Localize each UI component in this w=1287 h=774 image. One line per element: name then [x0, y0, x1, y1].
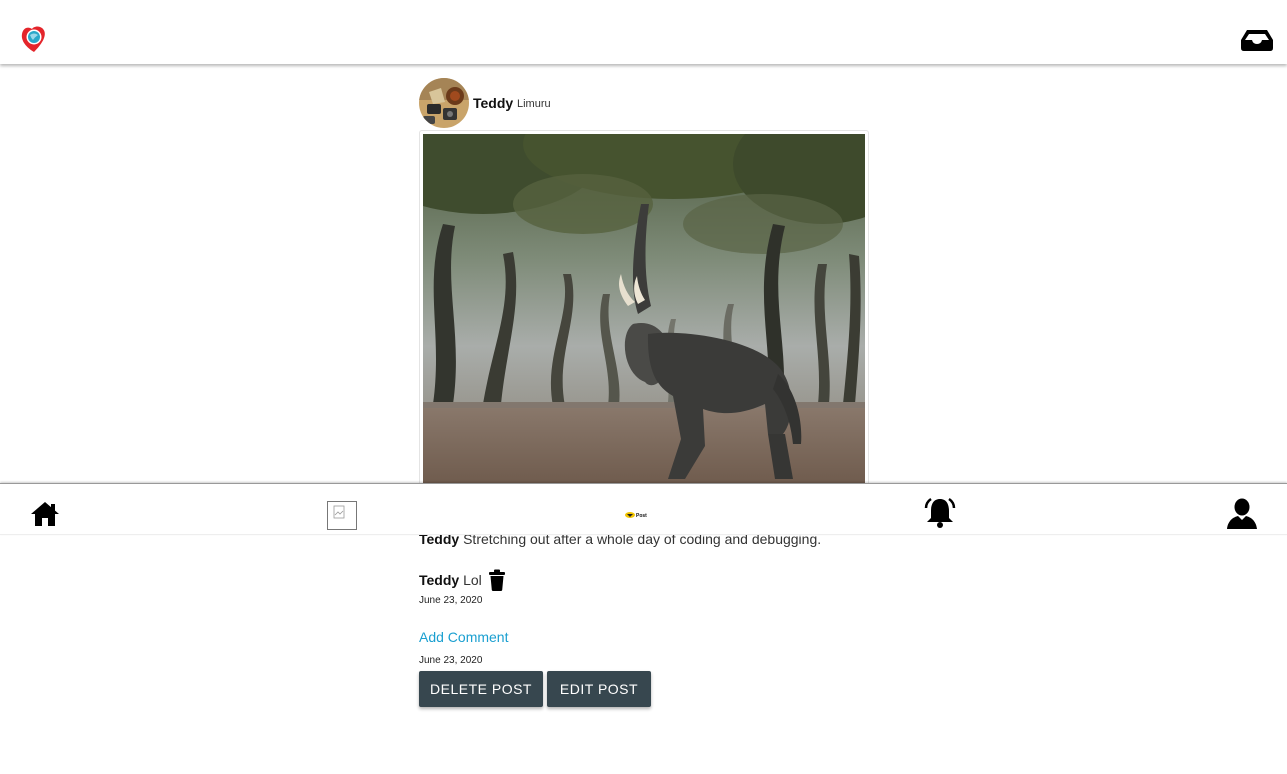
- comment-username[interactable]: Teddy: [419, 572, 459, 588]
- delete-post-button[interactable]: DELETE POST: [419, 671, 543, 707]
- profile-icon: [1227, 498, 1257, 529]
- comment-text: Lol: [463, 572, 482, 588]
- add-comment-link[interactable]: Add Comment: [419, 629, 508, 645]
- post-username[interactable]: Teddy: [473, 95, 513, 111]
- nav-notifications[interactable]: [922, 484, 958, 536]
- post-image[interactable]: [423, 134, 865, 488]
- home-icon: [31, 502, 59, 526]
- notification-bell-icon: [924, 497, 956, 528]
- app-logo-icon[interactable]: [20, 24, 48, 54]
- avatar[interactable]: [419, 78, 469, 128]
- post-image-frame: [419, 130, 869, 490]
- comment-date: June 23, 2020: [419, 595, 483, 606]
- delete-comment-trash-icon[interactable]: [487, 569, 507, 591]
- post-location: Limuru: [517, 98, 551, 110]
- nav-profile[interactable]: [1224, 484, 1260, 536]
- broken-image-icon: [327, 501, 357, 530]
- post-logo-text: Post: [636, 513, 647, 519]
- nav-gallery[interactable]: [327, 484, 357, 536]
- post-card: Teddy Limuru Teddy Stretching out after …: [419, 78, 869, 707]
- edit-post-button[interactable]: EDIT POST: [547, 671, 651, 707]
- post-date: June 23, 2020: [419, 655, 483, 666]
- comment-item: Teddy Lol: [419, 569, 507, 591]
- inbox-icon[interactable]: [1240, 28, 1274, 52]
- post-logo-icon: Post: [625, 512, 647, 519]
- nav-post[interactable]: Post: [618, 484, 658, 536]
- post-header: Teddy Limuru: [419, 78, 869, 130]
- nav-home[interactable]: [28, 484, 62, 536]
- top-app-bar: [0, 0, 1287, 64]
- bottom-navigation: Post: [0, 483, 1287, 535]
